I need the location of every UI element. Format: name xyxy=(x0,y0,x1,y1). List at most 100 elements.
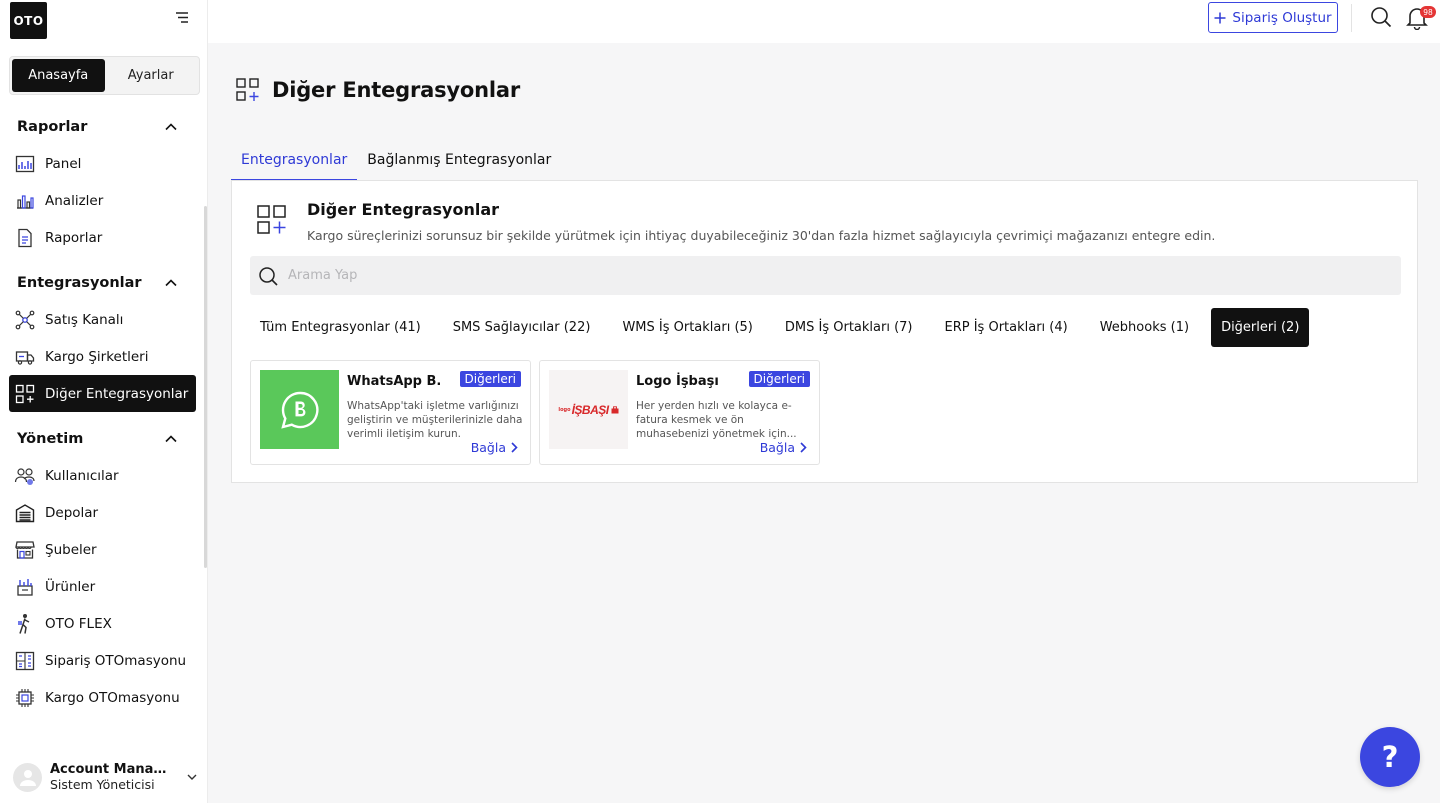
truck-icon xyxy=(14,346,36,368)
sidebar-item-cargo-automation[interactable]: Kargo OTOmasyonu xyxy=(9,679,196,716)
connect-label: Bağla xyxy=(759,440,795,455)
page-header: Diğer Entegrasyonlar xyxy=(236,78,520,102)
panel-description: Kargo süreçlerinizi sorunsuz bir şekilde… xyxy=(307,228,1216,243)
sidebar-item-label: Kargo Şirketleri xyxy=(45,348,149,365)
filter-bar: Tüm Entegrasyonlar (41) SMS Sağlayıcılar… xyxy=(250,308,1321,347)
help-button[interactable]: ? xyxy=(1360,727,1420,787)
filter-others[interactable]: Diğerleri (2) xyxy=(1211,308,1310,347)
sidebar-item-label: Satış Kanalı xyxy=(45,311,124,328)
order-automation-icon xyxy=(14,650,36,672)
notification-badge: 98 xyxy=(1420,6,1436,18)
products-icon xyxy=(14,576,36,598)
chevron-up-icon xyxy=(165,434,177,442)
whatsapp-business-logo xyxy=(260,370,339,449)
account-menu[interactable]: Account Manage... Sistem Yöneticisi xyxy=(13,760,198,794)
sidebar-item-label: Raporlar xyxy=(45,229,103,246)
sidebar-item-label: Depolar xyxy=(45,504,99,521)
filter-sms[interactable]: SMS Sağlayıcılar (22) xyxy=(443,308,601,347)
connect-button[interactable]: Bağla xyxy=(760,440,807,455)
chevron-up-icon xyxy=(165,278,177,286)
logo-wordmark: İŞBAŞI xyxy=(571,402,610,417)
search-icon[interactable] xyxy=(1370,6,1394,30)
integration-cards: WhatsApp B. Diğerleri WhatsApp'taki işle… xyxy=(250,360,820,465)
filter-wms[interactable]: WMS İş Ortakları (5) xyxy=(612,308,762,347)
section-title: Raporlar xyxy=(17,118,88,135)
filter-all[interactable]: Tüm Entegrasyonlar (41) xyxy=(250,308,431,347)
create-order-button[interactable]: Sipariş Oluştur xyxy=(1208,2,1338,33)
chevron-down-icon xyxy=(187,774,197,780)
sidebar-item-reports[interactable]: Raporlar xyxy=(9,219,196,256)
section-integrations[interactable]: Entegrasyonlar xyxy=(0,264,204,301)
sidebar-item-sales-channel[interactable]: Satış Kanalı xyxy=(9,301,196,338)
chevron-up-icon xyxy=(165,122,177,130)
user-icon xyxy=(19,770,36,786)
sidebar: OTO Anasayfa Ayarlar Raporlar Panel Anal… xyxy=(0,0,208,803)
logo-isbasi-logo: logo İŞBAŞI xyxy=(549,370,628,449)
account-role: Sistem Yöneticisi xyxy=(50,777,155,792)
card-title: Logo İşbaşı xyxy=(636,374,719,389)
menu-collapse-icon[interactable] xyxy=(174,10,190,26)
search-input[interactable] xyxy=(288,268,1288,283)
filter-erp[interactable]: ERP İş Ortakları (4) xyxy=(935,308,1078,347)
analytics-icon xyxy=(14,190,36,212)
whatsapp-business-icon xyxy=(280,391,319,429)
sidebar-item-label: Ürünler xyxy=(45,578,96,595)
integration-card-whatsapp[interactable]: WhatsApp B. Diğerleri WhatsApp'taki işle… xyxy=(250,360,531,465)
sidebar-item-products[interactable]: Ürünler xyxy=(9,568,196,605)
logo-small-text: logo xyxy=(558,406,571,413)
network-icon xyxy=(14,309,36,331)
sidebar-item-analytics[interactable]: Analizler xyxy=(9,182,196,219)
sidebar-item-label: Analizler xyxy=(45,192,104,209)
sidebar-item-users[interactable]: Kullanıcılar xyxy=(9,457,196,494)
sidebar-scrollbar[interactable] xyxy=(204,206,207,568)
search-bar xyxy=(250,256,1401,295)
filter-dms[interactable]: DMS İş Ortakları (7) xyxy=(775,308,923,347)
segment-settings[interactable]: Ayarlar xyxy=(105,59,198,92)
dashboard-icon xyxy=(14,153,36,175)
connect-button[interactable]: Bağla xyxy=(471,440,518,455)
sidebar-item-panel[interactable]: Panel xyxy=(9,145,196,182)
store-icon xyxy=(14,539,36,561)
sidebar-item-label: Şubeler xyxy=(45,541,97,558)
warehouse-icon xyxy=(14,502,36,524)
section-management[interactable]: Yönetim xyxy=(0,420,204,457)
oto-logo[interactable]: OTO xyxy=(10,2,47,39)
tab-connected-integrations[interactable]: Bağlanmış Entegrasyonlar xyxy=(357,141,561,181)
sidebar-item-other-integrations[interactable]: Diğer Entegrasyonlar xyxy=(9,375,196,412)
report-icon xyxy=(14,227,36,249)
grid-plus-icon xyxy=(236,78,259,101)
sidebar-item-label: Diğer Entegrasyonlar xyxy=(45,385,189,402)
sidebar-item-label: Panel xyxy=(45,155,82,172)
sidebar-item-order-automation[interactable]: Sipariş OTOmasyonu xyxy=(9,642,196,679)
sidebar-item-label: Kullanıcılar xyxy=(45,467,119,484)
sidebar-item-label: Sipariş OTOmasyonu xyxy=(45,652,187,669)
account-name: Account Manage... xyxy=(50,762,172,777)
segment-home[interactable]: Anasayfa xyxy=(12,59,105,92)
tab-integrations[interactable]: Entegrasyonlar xyxy=(231,141,358,181)
filter-webhooks[interactable]: Webhooks (1) xyxy=(1090,308,1199,347)
category-badge: Diğerleri xyxy=(748,371,810,387)
home-settings-switch: Anasayfa Ayarlar xyxy=(9,56,200,95)
grid-plus-icon xyxy=(257,205,286,234)
sidebar-item-label: Kargo OTOmasyonu xyxy=(45,689,180,706)
sidebar-item-label: OTO FLEX xyxy=(45,615,112,632)
page-title: Diğer Entegrasyonlar xyxy=(272,78,521,102)
integrations-panel: Diğer Entegrasyonlar Kargo süreçlerinizi… xyxy=(231,180,1418,483)
section-title: Yönetim xyxy=(17,430,84,447)
card-title: WhatsApp B. xyxy=(347,374,442,389)
search-icon xyxy=(259,266,278,286)
sidebar-item-branches[interactable]: Şubeler xyxy=(9,531,196,568)
grid-plus-icon xyxy=(14,383,36,405)
create-order-label: Sipariş Oluştur xyxy=(1232,9,1332,26)
header-divider xyxy=(1351,4,1352,32)
chip-icon xyxy=(14,687,36,709)
sidebar-nav: Raporlar Panel Analizler Raporlar Entegr… xyxy=(0,108,204,716)
connect-label: Bağla xyxy=(470,440,506,455)
sidebar-item-cargo-companies[interactable]: Kargo Şirketleri xyxy=(9,338,196,375)
sidebar-item-warehouses[interactable]: Depolar xyxy=(9,494,196,531)
section-reports[interactable]: Raporlar xyxy=(0,108,204,145)
top-bar: Sipariş Oluştur 98 xyxy=(208,0,1440,43)
tab-bar: Entegrasyonlar Bağlanmış Entegrasyonlar xyxy=(231,141,561,181)
sidebar-item-oto-flex[interactable]: OTO FLEX xyxy=(9,605,196,642)
integration-card-logo-isbasi[interactable]: logo İŞBAŞI Logo İşbaşı Diğerleri Her ye… xyxy=(539,360,820,465)
